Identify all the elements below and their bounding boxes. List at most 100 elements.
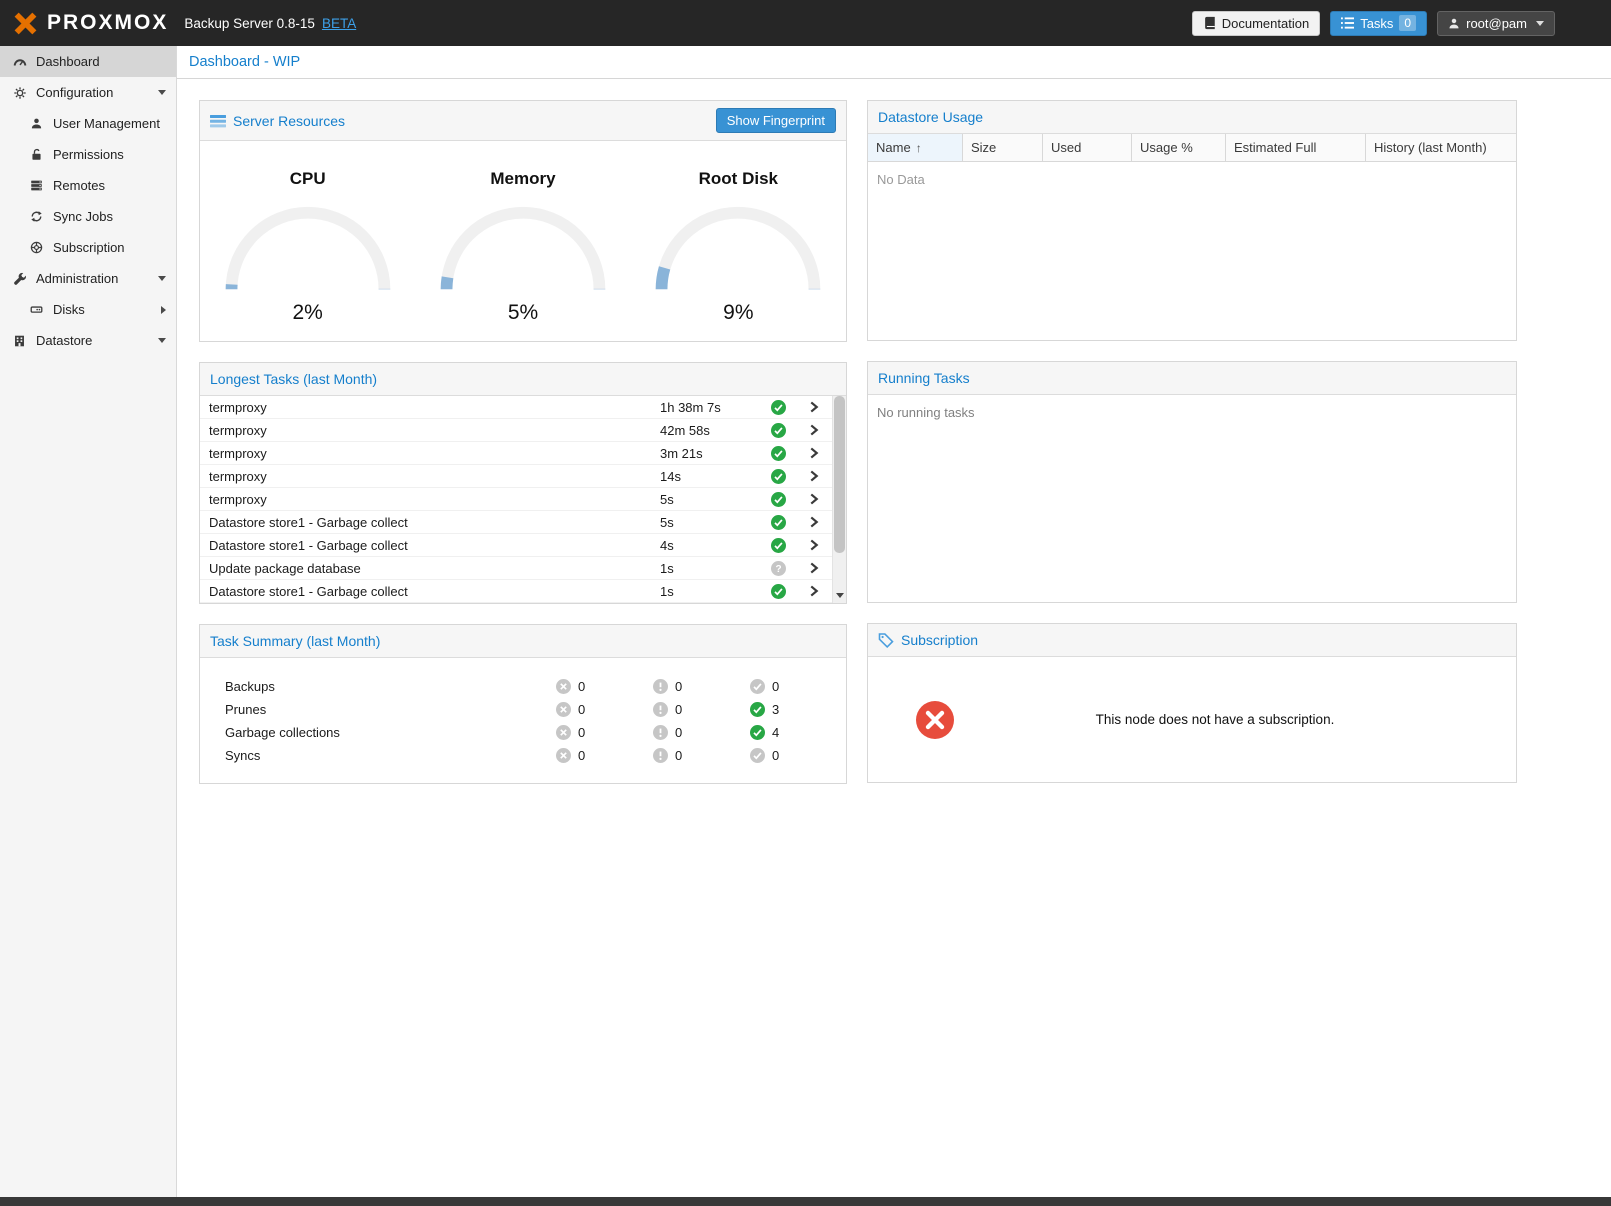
sidebar-item-remotes[interactable]: Remotes	[0, 170, 176, 201]
sidebar-item-dashboard[interactable]: Dashboard	[0, 46, 176, 77]
open-task-button[interactable]	[796, 584, 832, 598]
error-count-cell: 0	[556, 725, 653, 740]
warning-count: 0	[675, 748, 682, 763]
column-header-history[interactable]: History (last Month)	[1366, 134, 1516, 161]
ok-icon	[750, 748, 765, 763]
open-task-button[interactable]	[796, 400, 832, 414]
sort-asc-icon: ↑	[916, 141, 922, 155]
task-status-icon: ?	[760, 446, 796, 461]
open-task-button[interactable]	[796, 538, 832, 552]
summary-row: Syncs 0 0 0	[200, 744, 846, 767]
topbar-actions: Documentation Tasks 0 root@pam	[1192, 11, 1555, 36]
task-status-icon: ?	[760, 515, 796, 530]
chevron-right-icon[interactable]	[161, 306, 166, 314]
open-task-button[interactable]	[796, 469, 832, 483]
open-task-button[interactable]	[796, 515, 832, 529]
column-header-size[interactable]: Size	[963, 134, 1043, 161]
panel-title: Server Resources	[233, 113, 345, 129]
column-header-used[interactable]: Used	[1043, 134, 1132, 161]
support-icon	[29, 241, 44, 254]
warning-count-cell: 0	[653, 725, 750, 740]
gauge-arc	[648, 201, 828, 299]
show-fingerprint-button[interactable]: Show Fingerprint	[716, 108, 836, 133]
error-icon	[556, 679, 571, 694]
warning-count: 0	[675, 702, 682, 717]
sidebar-item-permissions[interactable]: Permissions	[0, 139, 176, 170]
task-row[interactable]: termproxy 42m 58s ?	[200, 419, 832, 442]
chevron-down-icon[interactable]	[158, 338, 166, 343]
task-row[interactable]: Datastore store1 - Garbage collect 4s ?	[200, 534, 832, 557]
svg-text:?: ?	[775, 564, 781, 575]
wrench-icon	[12, 272, 27, 286]
error-icon	[556, 748, 571, 763]
task-row[interactable]: termproxy 5s ?	[200, 488, 832, 511]
gears-icon	[12, 86, 27, 100]
task-duration: 42m 58s	[660, 423, 760, 438]
chevron-down-icon[interactable]	[158, 90, 166, 95]
sidebar-item-label: Disks	[53, 302, 85, 317]
subscription-panel: Subscription This node does not have a s…	[867, 623, 1517, 783]
error-icon	[556, 702, 571, 717]
scroll-down-button[interactable]	[833, 588, 846, 603]
scrollbar[interactable]	[832, 396, 846, 603]
documentation-button[interactable]: Documentation	[1192, 11, 1320, 36]
sidebar-item-label: Dashboard	[36, 54, 100, 69]
dashboard-content: Server Resources Show Fingerprint CPU 2%	[177, 79, 1611, 1197]
task-duration: 1s	[660, 584, 760, 599]
sidebar-item-label: Sync Jobs	[53, 209, 113, 224]
ok-count: 0	[772, 748, 779, 763]
version-text: Backup Server 0.8-15	[184, 16, 315, 31]
task-name: termproxy	[200, 423, 660, 438]
error-icon	[556, 725, 571, 740]
task-row[interactable]: Datastore store1 - Garbage collect 5s ?	[200, 511, 832, 534]
beta-link[interactable]: BETA	[322, 16, 356, 31]
task-row[interactable]: Datastore store1 - Garbage collect 1s ?	[200, 580, 832, 603]
task-summary-panel: Task Summary (last Month) Backups 0	[199, 624, 847, 784]
column-header-usage[interactable]: Usage %	[1132, 134, 1226, 161]
open-task-button[interactable]	[796, 446, 832, 460]
sidebar-item-label: Remotes	[53, 178, 105, 193]
column-header-estimated-full[interactable]: Estimated Full	[1226, 134, 1366, 161]
open-task-button[interactable]	[796, 561, 832, 575]
sidebar-item-label: Configuration	[36, 85, 113, 100]
task-name: Datastore store1 - Garbage collect	[200, 515, 660, 530]
warning-count-cell: 0	[653, 702, 750, 717]
user-icon	[1448, 17, 1460, 30]
sidebar-item-datastore[interactable]: Datastore	[0, 325, 176, 356]
sidebar-item-disks[interactable]: Disks	[0, 294, 176, 325]
chevron-down-icon[interactable]	[158, 276, 166, 281]
warning-count: 0	[675, 679, 682, 694]
warning-icon	[653, 725, 668, 740]
task-row[interactable]: termproxy 1h 38m 7s ?	[200, 396, 832, 419]
user-menu-button[interactable]: root@pam	[1437, 11, 1555, 36]
sidebar-item-user-management[interactable]: User Management	[0, 108, 176, 139]
open-task-button[interactable]	[796, 423, 832, 437]
ok-icon	[750, 725, 765, 740]
summary-label: Garbage collections	[225, 725, 556, 740]
unlock-icon	[29, 148, 44, 161]
tasks-button[interactable]: Tasks 0	[1330, 11, 1427, 36]
panel-title: Subscription	[901, 632, 978, 648]
ok-icon	[750, 679, 765, 694]
sidebar-item-administration[interactable]: Administration	[0, 263, 176, 294]
gauge-label: Memory	[490, 169, 555, 189]
column-header-name[interactable]: Name ↑	[868, 134, 963, 161]
task-row[interactable]: termproxy 14s ?	[200, 465, 832, 488]
task-name: termproxy	[200, 492, 660, 507]
sidebar-item-subscription[interactable]: Subscription	[0, 232, 176, 263]
open-task-button[interactable]	[796, 492, 832, 506]
task-list-icon	[1341, 17, 1354, 29]
gauge-value: 9%	[631, 301, 846, 325]
summary-label: Backups	[225, 679, 556, 694]
page-title: Dashboard - WIP	[177, 46, 1611, 79]
task-status-icon: ?	[760, 400, 796, 415]
task-row[interactable]: termproxy 3m 21s ?	[200, 442, 832, 465]
sidebar-item-label: Datastore	[36, 333, 92, 348]
task-name: termproxy	[200, 400, 660, 415]
sidebar-item-sync-jobs[interactable]: Sync Jobs	[0, 201, 176, 232]
sidebar-item-configuration[interactable]: Configuration	[0, 77, 176, 108]
warning-icon	[653, 679, 668, 694]
scrollbar-thumb[interactable]	[834, 396, 845, 553]
root-disk-gauge: Root Disk 9%	[631, 141, 846, 341]
task-row[interactable]: Update package database 1s ?	[200, 557, 832, 580]
